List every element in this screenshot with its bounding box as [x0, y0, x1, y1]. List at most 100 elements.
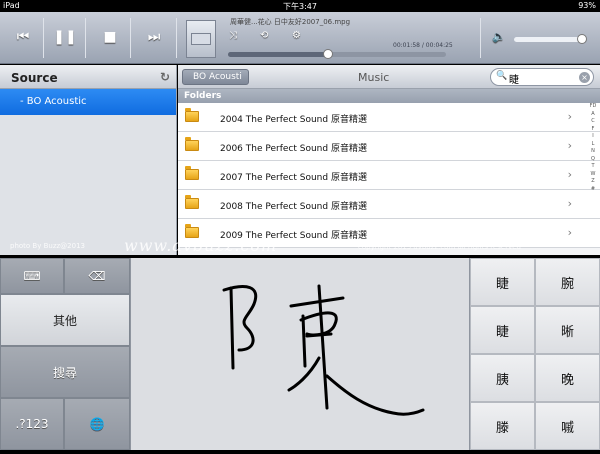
volume-knob[interactable] — [577, 34, 588, 44]
chevron-right-icon: › — [567, 139, 572, 152]
folder-icon — [185, 166, 199, 180]
candidate-key[interactable]: 睫 — [470, 306, 535, 354]
alphabet-index[interactable]: FD A C F I L N Q T W Z # — [588, 103, 598, 193]
page-title: Music — [358, 71, 390, 84]
dismiss-keyboard-button[interactable]: ⌨ — [0, 258, 64, 294]
divider — [130, 18, 131, 58]
other-button[interactable]: 其他 — [0, 294, 130, 346]
globe-icon: 🌐 — [89, 417, 105, 431]
sidebar-item-bo-acoustic[interactable]: - BO Acoustic — [0, 89, 176, 115]
previous-track-button[interactable]: ⏮ — [10, 24, 36, 50]
candidate-key[interactable]: 胰 — [470, 354, 535, 402]
handwriting-pad[interactable] — [130, 258, 470, 450]
source-sidebar: Source ↻ - BO Acoustic — [0, 65, 177, 255]
stroke-6 — [305, 332, 333, 338]
index-letter[interactable]: C — [588, 118, 598, 126]
stroke-4 — [301, 314, 307, 368]
index-letter[interactable]: T — [588, 163, 598, 171]
stroke-1 — [229, 286, 235, 370]
folder-row[interactable]: 2006 The Perfect Sound 原音精選 › — [178, 132, 600, 161]
album-art[interactable] — [186, 20, 216, 58]
stop-button[interactable]: ■ — [97, 24, 123, 50]
folder-row[interactable]: 2009 The Perfect Sound 原音精選 › — [178, 219, 600, 248]
index-letter[interactable]: W — [588, 171, 598, 179]
index-letter[interactable]: # — [588, 186, 598, 194]
player-toolbar: ⏮ ❚❚ ■ ⏭ 周華健...花心 日中友好2007_06.mpg ⤨ ⟲ ⚙ … — [0, 12, 600, 64]
status-bar: iPad 下午3:47 93% — [0, 0, 600, 12]
candidate-key[interactable]: 睫 — [470, 258, 535, 306]
numbers-key[interactable]: .?123 — [0, 398, 64, 450]
divider — [43, 18, 44, 58]
shuffle-icon: ⤨ — [229, 30, 237, 41]
index-letter[interactable]: L — [588, 141, 598, 149]
folder-row[interactable]: 2008 The Perfect Sound 原音精選 › — [178, 190, 600, 219]
candidate-key[interactable]: 滕 — [470, 402, 535, 450]
battery-percent: 93% — [578, 1, 596, 10]
album-icon — [191, 33, 211, 45]
repeat-icon: ⟲ — [260, 30, 269, 41]
gear-icon: ⚙ — [292, 30, 301, 41]
progress-slider[interactable] — [228, 49, 446, 59]
stroke-2 — [222, 285, 258, 352]
search-key[interactable]: 搜尋 — [0, 346, 130, 398]
candidate-key[interactable]: 嘁 — [535, 402, 600, 450]
candidate-key[interactable]: 晚 — [535, 354, 600, 402]
index-letter[interactable]: Z — [588, 178, 598, 186]
keyboard-icon: ⌨ — [23, 269, 41, 283]
folder-name: 2007 The Perfect Sound 原音精選 — [220, 173, 367, 183]
shuffle-button[interactable]: ⤨ — [229, 30, 237, 41]
total-time-text: 00:04:25 — [425, 42, 453, 49]
clear-search-icon[interactable]: × — [579, 72, 590, 83]
previous-icon: ⏮ — [16, 29, 30, 45]
index-letter[interactable]: I — [588, 133, 598, 141]
folder-list: 2004 The Perfect Sound 原音精選 › 2006 The Per… — [178, 103, 600, 248]
chevron-right-icon: › — [567, 110, 572, 123]
settings-button[interactable]: ⚙ — [292, 30, 301, 41]
stroke-5 — [299, 311, 338, 337]
divider — [176, 18, 177, 58]
index-letter[interactable]: N — [588, 148, 598, 156]
volume-fill — [514, 37, 583, 42]
pause-icon: ❚❚ — [53, 29, 77, 45]
folder-icon — [185, 137, 199, 151]
divider — [480, 18, 481, 58]
repeat-button[interactable]: ⟲ — [260, 30, 268, 41]
sidebar-title: Source — [11, 71, 58, 85]
stroke-3 — [289, 296, 345, 308]
progress-knob[interactable] — [323, 49, 334, 59]
candidate-key[interactable]: 晰 — [535, 306, 600, 354]
index-letter[interactable]: FD — [588, 103, 598, 111]
volume-icon: 🔈 — [492, 30, 506, 43]
folder-row[interactable]: 2007 The Perfect Sound 原音精選 › — [178, 161, 600, 190]
handwriting-stroke — [222, 284, 425, 416]
next-icon: ⏭ — [147, 29, 161, 45]
folder-name: 2006 The Perfect Sound 原音精選 — [220, 144, 367, 154]
progress-fill — [228, 52, 329, 57]
index-letter[interactable]: A — [588, 111, 598, 119]
folder-icon — [185, 224, 199, 238]
chevron-right-icon: › — [567, 226, 572, 239]
folder-row[interactable]: 2004 The Perfect Sound 原音精選 › — [178, 103, 600, 132]
navigation-bar: BO Acousti Music 🔍 睫 × — [178, 65, 600, 89]
folder-name: 2004 The Perfect Sound 原音精選 — [220, 115, 367, 125]
handwriting-keyboard: ⌨ ⌫ 其他 搜尋 .?123 🌐 睫腕睫晰胰晚滕嘁 — [0, 258, 600, 450]
search-input[interactable]: 🔍 睫 × — [490, 68, 594, 86]
sidebar-header: Source ↻ — [0, 65, 176, 89]
index-letter[interactable]: Q — [588, 156, 598, 164]
track-title: 周華健...花心 日中友好2007_06.mpg — [230, 18, 351, 26]
stroke-8 — [325, 374, 425, 416]
refresh-icon[interactable]: ↻ — [160, 70, 170, 84]
stop-icon: ■ — [103, 29, 117, 45]
pause-button[interactable]: ❚❚ — [52, 24, 78, 50]
search-value: 睫 — [509, 75, 519, 86]
back-button[interactable]: BO Acousti — [182, 69, 249, 85]
index-letter[interactable]: F — [588, 126, 598, 134]
volume-slider[interactable] — [514, 34, 588, 44]
delete-button[interactable]: ⌫ — [64, 258, 130, 294]
language-switch-button[interactable]: 🌐 — [64, 398, 130, 450]
folder-name: 2008 The Perfect Sound 原音精選 — [220, 202, 367, 212]
backspace-icon: ⌫ — [88, 269, 106, 283]
candidate-key[interactable]: 腕 — [535, 258, 600, 306]
next-track-button[interactable]: ⏭ — [141, 24, 167, 50]
divider — [85, 18, 86, 58]
